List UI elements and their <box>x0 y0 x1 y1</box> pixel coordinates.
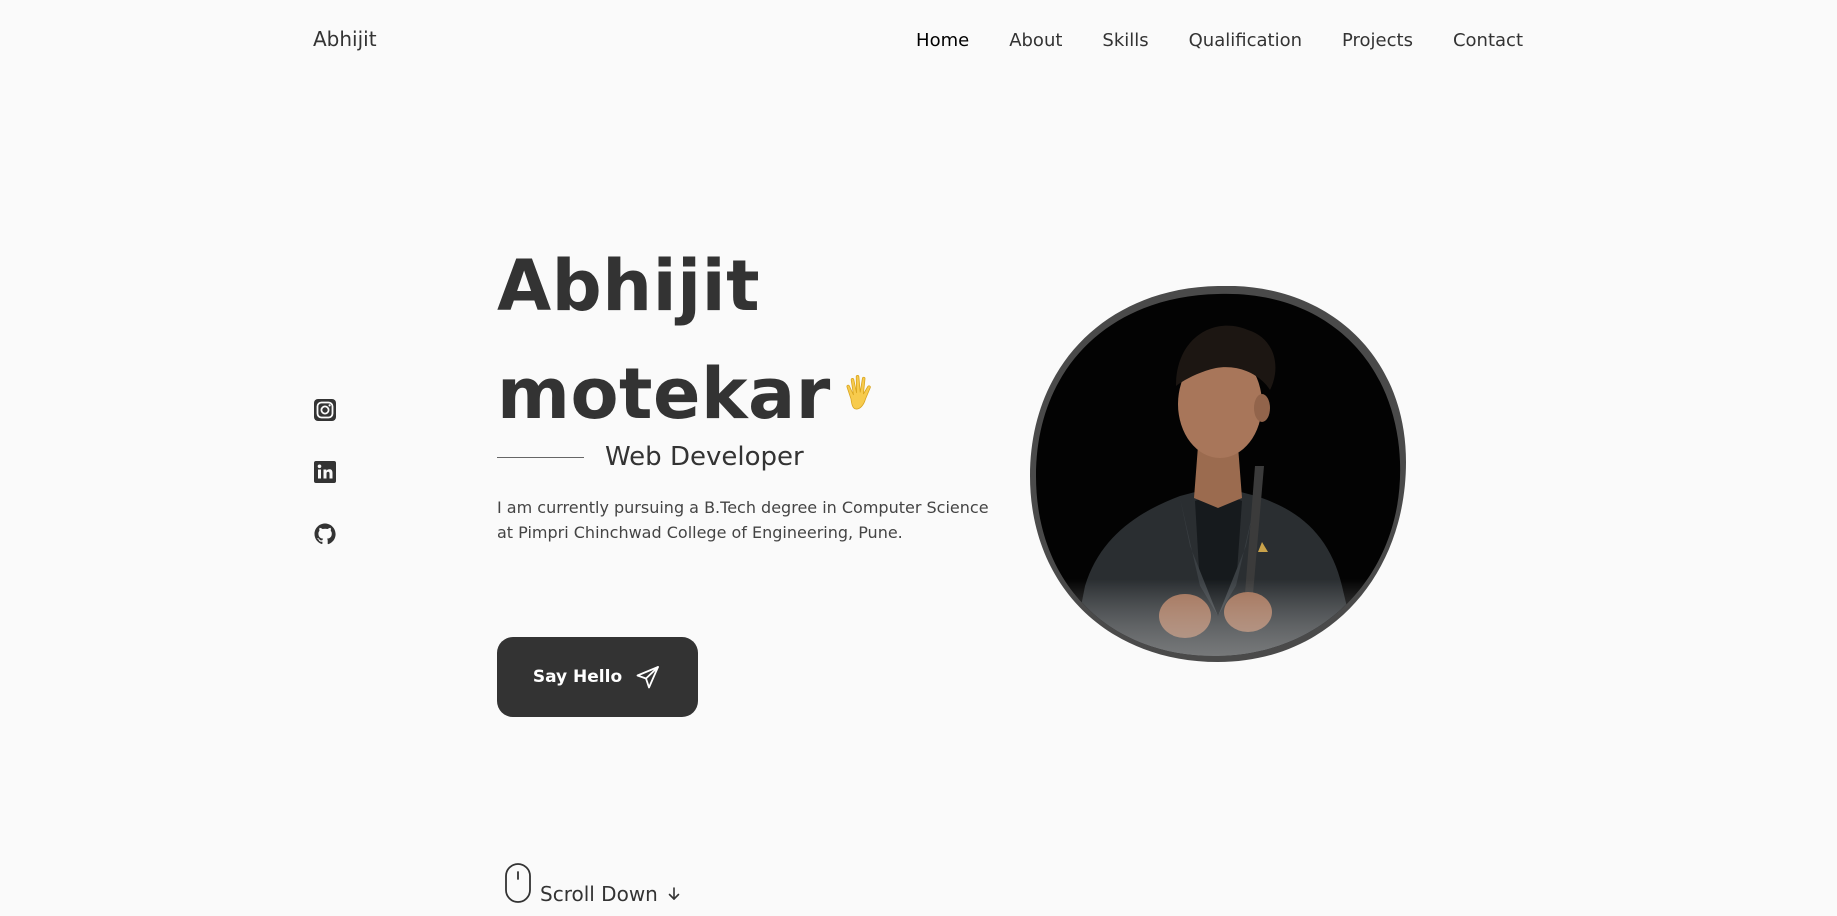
main-nav: Home About Skills Qualification Projects… <box>916 30 1523 52</box>
social-links <box>313 398 339 546</box>
nav-item-contact[interactable]: Contact <box>1453 30 1523 52</box>
profile-image <box>1030 286 1406 662</box>
hero-subtitle: Web Developer <box>605 442 804 472</box>
nav-item-qualification[interactable]: Qualification <box>1189 30 1302 52</box>
waving-hand-icon <box>846 375 871 410</box>
nav-item-projects[interactable]: Projects <box>1342 30 1413 52</box>
mouse-icon <box>505 863 531 903</box>
github-icon <box>314 523 336 545</box>
linkedin-link[interactable] <box>313 460 339 484</box>
scroll-down-link[interactable]: Scroll Down <box>504 862 682 906</box>
arrow-down-icon <box>668 887 680 900</box>
linkedin-icon <box>314 461 336 483</box>
hero-name-last: motekar <box>497 353 831 435</box>
instagram-icon <box>314 399 336 421</box>
instagram-link[interactable] <box>313 398 339 422</box>
say-hello-button[interactable]: Say Hello <box>497 637 698 717</box>
send-icon <box>636 666 660 689</box>
github-link[interactable] <box>313 522 339 546</box>
logo[interactable]: Abhijit <box>313 27 377 51</box>
nav-item-skills[interactable]: Skills <box>1102 30 1148 52</box>
hero-description: I am currently pursuing a B.Tech degree … <box>497 498 989 542</box>
nav-item-about[interactable]: About <box>1009 30 1062 52</box>
hero-name-first: Abhijit <box>497 245 761 327</box>
hero-name-last-line: motekar <box>497 340 885 448</box>
say-hello-label: Say Hello <box>532 667 623 687</box>
subtitle-row: Web Developer <box>497 440 804 474</box>
nav-item-home[interactable]: Home <box>916 30 969 52</box>
subtitle-divider <box>497 456 584 458</box>
scroll-down-label: Scroll Down <box>540 882 658 906</box>
hero-title: Abhijit motekar <box>497 232 885 448</box>
